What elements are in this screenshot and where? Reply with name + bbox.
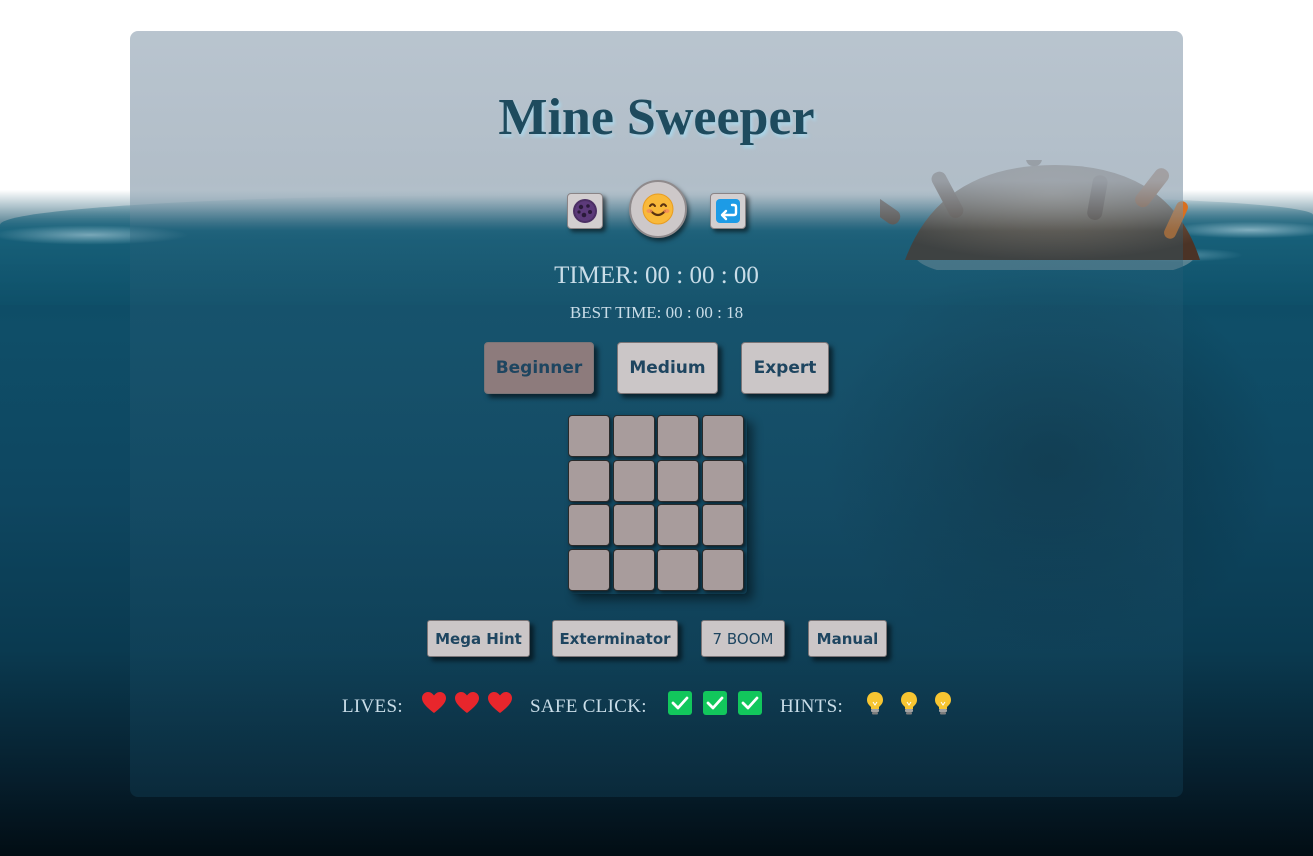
undo-arrow-icon [716, 199, 740, 223]
board-cell[interactable] [568, 548, 610, 591]
board-cell[interactable] [657, 415, 699, 457]
manual-button[interactable]: Manual [808, 620, 887, 657]
seven-boom-button[interactable]: 7 BOOM [701, 620, 785, 657]
board-cell[interactable] [612, 548, 655, 591]
board-cell[interactable] [701, 504, 744, 546]
control-row [0, 180, 1313, 238]
restart-smiley-button[interactable] [629, 180, 687, 238]
heart-icon [454, 690, 480, 716]
board-cell[interactable] [701, 548, 744, 591]
board-cell[interactable] [657, 504, 699, 546]
board-cell[interactable] [701, 415, 744, 457]
heart-icon [421, 690, 447, 716]
level-beginner-button[interactable]: Beginner [484, 342, 594, 394]
smiling-face-icon [642, 193, 674, 225]
board-cell[interactable] [612, 504, 655, 546]
level-expert-button[interactable]: Expert [741, 342, 829, 394]
check-mark-icon [667, 690, 693, 716]
board-cell[interactable] [568, 504, 610, 546]
level-medium-button[interactable]: Medium [617, 342, 718, 394]
board-cell[interactable] [657, 548, 699, 591]
bomb-icon [573, 199, 597, 223]
light-bulb-icon [862, 690, 888, 716]
board-cell[interactable] [701, 459, 744, 502]
light-bulb-icon [930, 690, 956, 716]
hints-label: HINTS: [780, 696, 844, 717]
best-time-display: BEST TIME: 00 : 00 : 18 [569, 303, 744, 322]
light-bulb-icon [896, 690, 922, 716]
status-row: LIVES: SAFE CLICK: HINTS: [0, 688, 1313, 724]
game-title: Mine Sweeper [498, 89, 815, 146]
safe-click-label: SAFE CLICK: [530, 696, 647, 717]
check-mark-icon [702, 690, 728, 716]
board-cell[interactable] [568, 459, 610, 502]
board-cell[interactable] [612, 415, 655, 457]
lives-label: LIVES: [342, 696, 403, 717]
heart-icon [487, 690, 513, 716]
mine-board [567, 414, 747, 594]
undo-button[interactable] [710, 193, 746, 229]
board-cell[interactable] [657, 459, 699, 502]
timer-display: TIMER: 00 : 00 : 00 [554, 262, 759, 289]
board-cell[interactable] [612, 459, 655, 502]
exterminator-button[interactable]: Exterminator [552, 620, 678, 657]
check-mark-icon [737, 690, 763, 716]
bomb-button[interactable] [567, 193, 603, 229]
mega-hint-button[interactable]: Mega Hint [427, 620, 530, 657]
board-cell[interactable] [568, 415, 610, 457]
